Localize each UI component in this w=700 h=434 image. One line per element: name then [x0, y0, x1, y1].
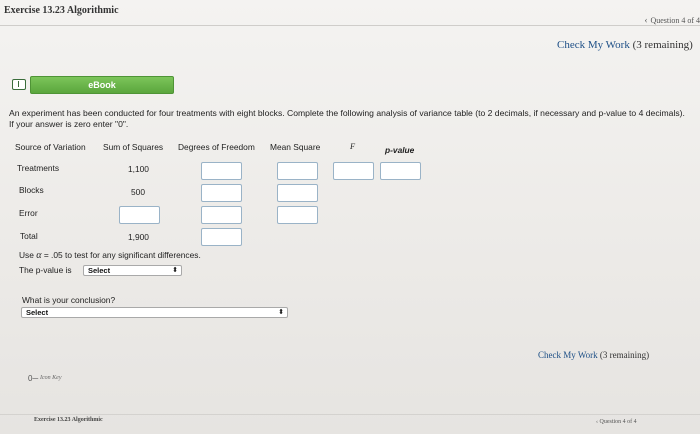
row-source-total: Total: [20, 231, 38, 241]
question-nav[interactable]: ‹ Question 4 of 4: [644, 15, 700, 25]
row-source-treatments: Treatments: [17, 163, 60, 173]
chevron-left-icon[interactable]: ‹: [644, 15, 647, 25]
top-bar: Exercise 13.23 Algorithmic ‹ Question 4 o…: [0, 0, 700, 26]
select-arrows-icon: ⬍: [172, 267, 178, 274]
error-ms-input[interactable]: [277, 206, 318, 224]
exercise-title: Exercise 13.23 Algorithmic: [4, 5, 119, 16]
alpha-rest: = .05 to test for any significant differ…: [43, 250, 201, 260]
question-nav-label: Question 4 of 4: [650, 16, 700, 25]
conclusion-label: What is your conclusion?: [22, 295, 116, 305]
alpha-prefix: Use: [19, 250, 34, 260]
footer-question-nav[interactable]: ‹ Question 4 of 4: [596, 419, 637, 425]
row-source-error: Error: [19, 208, 38, 218]
select-arrows-icon: ⬍: [278, 309, 284, 316]
footer-question-nav-label: Question 4 of 4: [599, 419, 637, 425]
alpha-statement: Use α = .05 to test for any significant …: [19, 250, 201, 261]
header-source: Source of Variation: [15, 142, 86, 152]
book-icon: [12, 79, 26, 90]
key-icon[interactable]: 0─: [28, 374, 38, 383]
total-df-input[interactable]: [201, 228, 242, 246]
blocks-ms-input[interactable]: [277, 184, 318, 202]
header-mean-square: Mean Square: [270, 142, 321, 152]
row-source-blocks: Blocks: [19, 185, 44, 195]
pvalue-question-label: The p-value is: [19, 265, 72, 275]
blocks-df-input[interactable]: [201, 184, 242, 202]
row-ss-treatments: 1,100: [128, 164, 149, 174]
row-ss-total: 1,900: [128, 232, 149, 242]
pvalue-select[interactable]: Select ⬍: [83, 265, 182, 276]
row-ss-blocks: 500: [131, 187, 145, 197]
ebook-button[interactable]: eBook: [30, 76, 174, 94]
check-my-work-label-bottom[interactable]: Check My Work: [538, 350, 598, 360]
instructions: An experiment has been conducted for fou…: [9, 108, 685, 129]
page: Exercise 13.23 Algorithmic ‹ Question 4 o…: [0, 0, 700, 434]
icon-key-label[interactable]: Icon Key: [40, 375, 62, 381]
pvalue-select-value: Select: [88, 266, 111, 275]
header-p-value: p-value: [385, 145, 415, 155]
header-degrees-of-freedom: Degrees of Freedom: [178, 142, 255, 152]
remaining-count-bottom: (3 remaining): [599, 350, 650, 360]
conclusion-select-value: Select: [26, 308, 49, 317]
header-f: F: [350, 142, 356, 151]
treatments-p-value-input[interactable]: [380, 162, 421, 180]
header-sum-of-squares: Sum of Squares: [103, 142, 164, 152]
error-ss-input[interactable]: [119, 206, 160, 224]
alpha-symbol: α: [36, 250, 42, 261]
check-my-work-link-bottom[interactable]: Check My Work (3 remaining): [538, 350, 649, 360]
check-my-work-link[interactable]: Check My Work (3 remaining): [557, 39, 693, 51]
treatments-ms-input[interactable]: [277, 162, 318, 180]
check-my-work-label[interactable]: Check My Work: [557, 39, 630, 51]
conclusion-select[interactable]: Select ⬍: [21, 307, 288, 318]
footer-divider: [0, 414, 700, 415]
remaining-count: (3 remaining): [632, 39, 693, 51]
treatments-df-input[interactable]: [201, 162, 242, 180]
footer-exercise-title: Exercise 13.23 Algorithmic: [34, 417, 103, 423]
treatments-f-input[interactable]: [333, 162, 374, 180]
error-df-input[interactable]: [201, 206, 242, 224]
